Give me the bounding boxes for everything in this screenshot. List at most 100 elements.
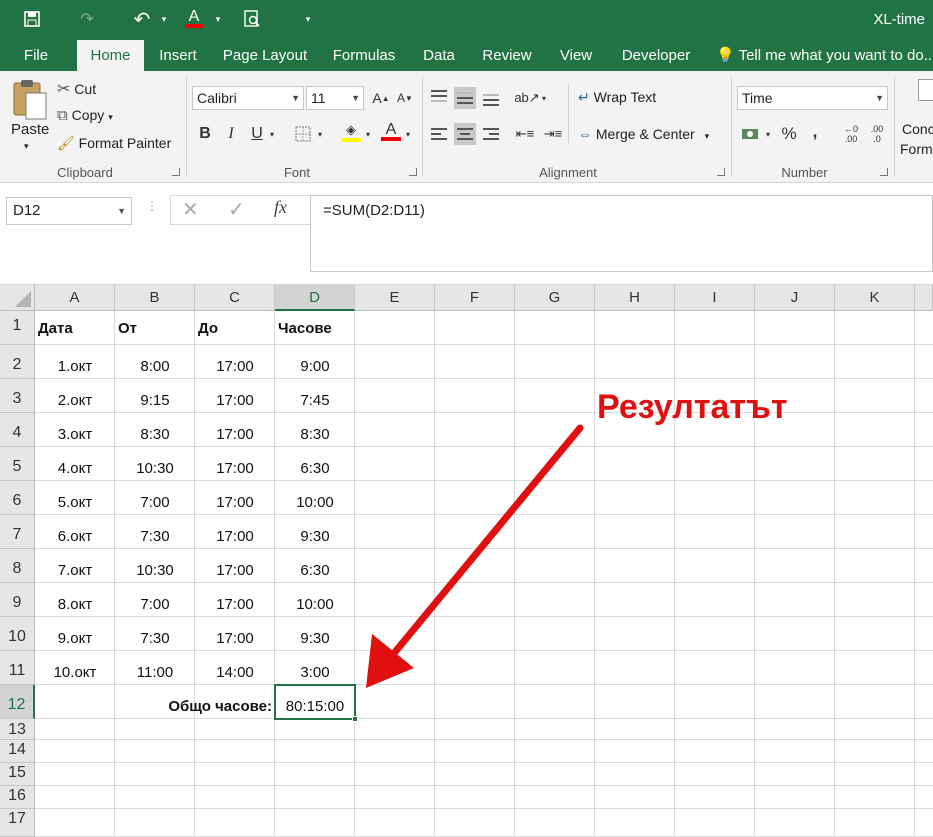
- cell-a4[interactable]: 3.окт: [35, 426, 115, 443]
- cell-d11[interactable]: 3:00: [275, 664, 355, 681]
- fill-color-icon[interactable]: ◈: [340, 121, 362, 143]
- cell-b11[interactable]: 11:00: [115, 664, 195, 681]
- formula-input[interactable]: =SUM(D2:D11): [310, 195, 933, 272]
- row-header-4[interactable]: 4: [0, 413, 35, 447]
- percent-style-button[interactable]: %: [778, 123, 800, 145]
- wrap-text-button[interactable]: ↵ Wrap Text: [578, 89, 656, 106]
- paste-dropdown-icon[interactable]: ▾: [24, 141, 29, 152]
- shrink-font-icon[interactable]: A ▼: [394, 87, 416, 109]
- underline-button[interactable]: U: [246, 123, 268, 145]
- cell-a9[interactable]: 8.окт: [35, 596, 115, 613]
- number-format-select[interactable]: Time ▼: [737, 86, 888, 110]
- cancel-icon[interactable]: ✕: [182, 197, 199, 222]
- conditional-formatting-icon[interactable]: [918, 79, 933, 101]
- cell-a7[interactable]: 6.окт: [35, 528, 115, 545]
- align-right-icon[interactable]: [480, 123, 502, 145]
- fill-handle[interactable]: [352, 716, 358, 722]
- cell-d4[interactable]: 8:30: [275, 426, 355, 443]
- clipboard-launcher-icon[interactable]: [172, 168, 180, 176]
- column-header-e[interactable]: E: [355, 285, 435, 311]
- cell-b4[interactable]: 8:30: [115, 426, 195, 443]
- cell-b8[interactable]: 10:30: [115, 562, 195, 579]
- cell-d8[interactable]: 6:30: [275, 562, 355, 579]
- align-center-icon[interactable]: [454, 123, 476, 145]
- cell-b3[interactable]: 9:15: [115, 392, 195, 409]
- cell-d9[interactable]: 10:00: [275, 596, 355, 613]
- cell-a5[interactable]: 4.окт: [35, 460, 115, 477]
- column-header-g[interactable]: G: [515, 285, 595, 311]
- borders-icon[interactable]: [292, 123, 314, 145]
- copy-button[interactable]: ⧉ Copy ▾: [57, 107, 113, 124]
- column-header-a[interactable]: A: [35, 285, 115, 311]
- customize-toolbar-icon[interactable]: ▾: [296, 8, 320, 30]
- cell-b6[interactable]: 7:00: [115, 494, 195, 511]
- cell-b9[interactable]: 7:00: [115, 596, 195, 613]
- cell-c4[interactable]: 17:00: [195, 426, 275, 443]
- align-middle-icon[interactable]: [454, 87, 476, 109]
- row-header-3[interactable]: 3: [0, 379, 35, 413]
- row-header-12[interactable]: 12: [0, 685, 35, 719]
- row-header-6[interactable]: 6: [0, 481, 35, 515]
- cell-d10[interactable]: 9:30: [275, 630, 355, 647]
- align-left-icon[interactable]: [428, 123, 450, 145]
- font-color-dropdown-icon[interactable]: ▾: [206, 8, 230, 30]
- cell-d5[interactable]: 6:30: [275, 460, 355, 477]
- column-header-j[interactable]: J: [755, 285, 835, 311]
- font-size-select[interactable]: 11 ▼: [306, 86, 364, 110]
- cell-a11[interactable]: 10.окт: [35, 664, 115, 681]
- header-cell-a[interactable]: Дата: [38, 320, 73, 337]
- cell-a8[interactable]: 7.окт: [35, 562, 115, 579]
- increase-indent-icon[interactable]: ⇥≡: [542, 123, 564, 145]
- row-header-10[interactable]: 10: [0, 617, 35, 651]
- tab-page-layout[interactable]: Page Layout: [218, 40, 312, 71]
- cut-button[interactable]: ✂ Cut: [57, 79, 96, 99]
- underline-dropdown-icon[interactable]: ▾: [266, 123, 278, 145]
- align-bottom-icon[interactable]: [480, 89, 502, 111]
- orientation-icon[interactable]: ab↗: [514, 87, 539, 109]
- tab-view[interactable]: View: [553, 40, 599, 71]
- column-header-i[interactable]: I: [675, 285, 755, 311]
- cell-b10[interactable]: 7:30: [115, 630, 195, 647]
- comma-style-button[interactable]: ,: [804, 121, 826, 143]
- borders-dropdown-icon[interactable]: ▾: [314, 123, 326, 145]
- tab-formulas[interactable]: Formulas: [326, 40, 402, 71]
- grow-font-icon[interactable]: A ▲: [370, 87, 392, 109]
- column-header-partial[interactable]: [915, 285, 933, 311]
- row-header-17[interactable]: 17: [0, 809, 35, 837]
- cell-c6[interactable]: 17:00: [195, 494, 275, 511]
- tab-data[interactable]: Data: [416, 40, 462, 71]
- tab-developer[interactable]: Developer: [613, 40, 699, 71]
- row-header-5[interactable]: 5: [0, 447, 35, 481]
- cell-b7[interactable]: 7:30: [115, 528, 195, 545]
- row-header-15[interactable]: 15: [0, 763, 35, 786]
- cell-c3[interactable]: 17:00: [195, 392, 275, 409]
- accounting-format-icon[interactable]: [738, 123, 764, 145]
- column-header-k[interactable]: K: [835, 285, 915, 311]
- undo-icon[interactable]: ↶: [130, 8, 154, 31]
- cell-d7[interactable]: 9:30: [275, 528, 355, 545]
- tab-file[interactable]: File: [14, 40, 58, 71]
- cell-a10[interactable]: 9.окт: [35, 630, 115, 647]
- tell-me-search[interactable]: 💡 Tell me what you want to do...: [716, 40, 933, 71]
- font-launcher-icon[interactable]: [409, 168, 417, 176]
- conditional-formatting-label-2[interactable]: Form: [900, 141, 933, 157]
- column-header-f[interactable]: F: [435, 285, 515, 311]
- enter-check-icon[interactable]: ✓: [228, 197, 245, 222]
- name-box[interactable]: D12 ▼: [6, 197, 132, 225]
- print-preview-icon[interactable]: [240, 8, 264, 30]
- column-header-b[interactable]: B: [115, 285, 195, 311]
- row-header-16[interactable]: 16: [0, 786, 35, 809]
- row-header-14[interactable]: 14: [0, 740, 35, 763]
- italic-button[interactable]: I: [220, 123, 242, 145]
- decrease-indent-icon[interactable]: ⇤≡: [514, 123, 536, 145]
- cell-b2[interactable]: 8:00: [115, 358, 195, 375]
- cell-d6[interactable]: 10:00: [275, 494, 355, 511]
- cell-c9[interactable]: 17:00: [195, 596, 275, 613]
- header-cell-c[interactable]: До: [198, 320, 218, 337]
- select-all-corner[interactable]: [0, 285, 35, 311]
- row-header-13[interactable]: 13: [0, 719, 35, 740]
- tab-review[interactable]: Review: [476, 40, 538, 71]
- cell-c5[interactable]: 17:00: [195, 460, 275, 477]
- column-header-c[interactable]: C: [195, 285, 275, 311]
- cell-a2[interactable]: 1.окт: [35, 358, 115, 375]
